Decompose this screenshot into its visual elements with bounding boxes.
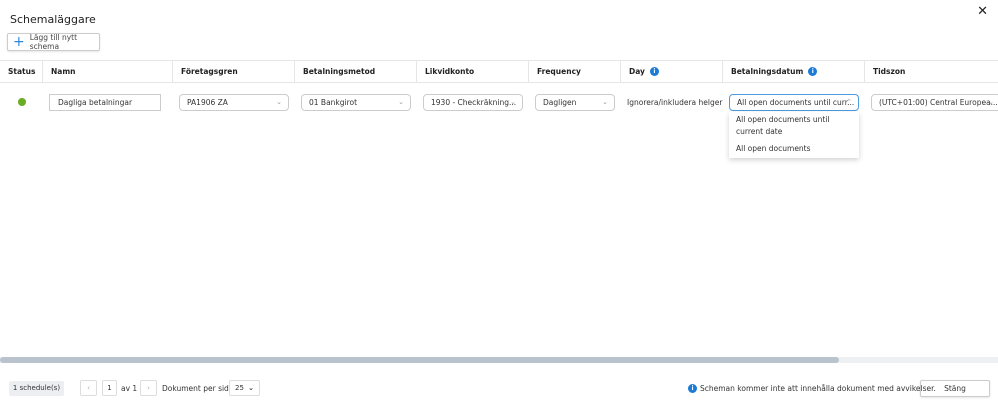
frequency-select[interactable]: Dagligen ⌄ [535,94,615,111]
branch-select[interactable]: PA1906 ZA ⌄ [179,94,289,111]
payment-date-select[interactable]: All open documents until curr... ⌃ [729,94,859,111]
frequency-value: Dagligen [543,98,577,107]
chevron-up-icon: ⌃ [846,98,852,106]
add-schedule-label: Lägg till nytt schema [29,33,78,51]
timezone-select[interactable]: (UTC+01:00) Central Europea... ⌄ [871,94,998,111]
col-name: Namn [43,61,173,82]
day-text: Ignorera/inkludera helger [627,98,723,107]
payment-date-dropdown: All open documents until current date Al… [729,112,859,158]
account-select[interactable]: 1930 - Checkräkning... ⌄ [423,94,523,111]
dropdown-option[interactable]: All open documents [729,138,859,155]
col-status: Status [0,61,43,82]
scrollbar-thumb[interactable] [0,357,839,363]
chevron-down-icon: ⌄ [510,98,516,106]
col-frequency: Frequency [529,61,621,82]
account-value: 1930 - Checkräkning... [431,98,517,107]
name-input[interactable]: Dagliga betalningar [49,94,161,111]
method-select[interactable]: 01 Bankgirot ⌄ [301,94,411,111]
timezone-value: (UTC+01:00) Central Europea... [879,98,998,107]
chevron-down-icon: ⌄ [276,98,282,106]
next-page-button[interactable]: › [140,380,157,396]
chevron-down-icon: ⌄ [398,98,404,106]
per-page-select[interactable]: 25 ⌄ [229,380,260,396]
per-page-value: 25 [235,384,244,392]
per-page-label: Dokument per sida [162,384,234,393]
col-day: Day i [621,61,723,82]
close-icon[interactable]: ✕ [977,4,988,19]
chevron-down-icon: ⌄ [988,98,994,106]
schedule-count: 1 schedule(s) [9,381,64,396]
page-input[interactable]: 1 [102,380,117,396]
notice-text: Scheman kommer inte att innehålla dokume… [700,384,936,393]
prev-page-button[interactable]: ‹ [80,380,97,396]
info-icon: i [688,384,697,393]
info-icon[interactable]: i [649,67,659,76]
add-schedule-button[interactable]: + Lägg till nytt schema [7,33,100,51]
col-branch: Företagsgren [173,61,295,82]
payment-date-value: All open documents until curr... [737,98,855,107]
branch-value: PA1906 ZA [187,98,228,107]
col-account: Likvidkonto [417,61,529,82]
col-payment-date-label: Betalningsdatum [731,67,804,76]
col-payment-date: Betalningsdatum i [723,61,865,82]
dropdown-option[interactable]: All open documents until current date [729,112,847,138]
close-button[interactable]: Stäng [920,380,990,397]
status-indicator [18,98,26,106]
col-timezone: Tidszon [873,67,906,76]
page-of: av 1 [121,384,138,393]
page-title: Schemaläggare [10,13,96,26]
col-day-label: Day [629,67,645,76]
method-value: 01 Bankgirot [309,98,358,107]
plus-icon: + [13,34,25,50]
info-icon[interactable]: i [808,67,818,76]
col-method: Betalningsmetod [295,61,417,82]
chevron-down-icon: ⌄ [602,98,608,106]
table-header: Status Namn Företagsgren Betalningsmetod… [0,60,998,83]
chevron-down-icon: ⌄ [248,384,254,392]
